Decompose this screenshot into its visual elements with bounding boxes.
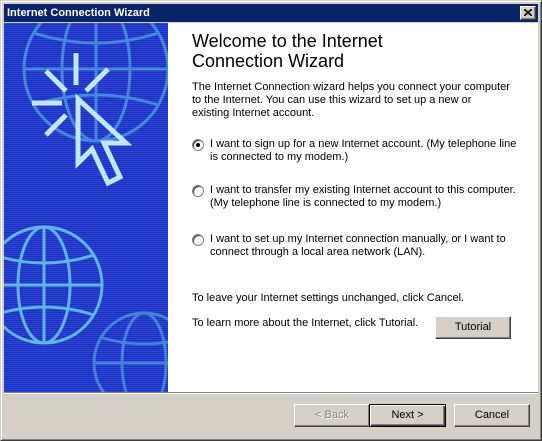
cancel-button[interactable]: Cancel: [454, 404, 530, 427]
option-transfer-account[interactable]: I want to transfer my existing Internet …: [192, 184, 522, 214]
option-label-line1: I want to transfer my existing Internet …: [210, 184, 516, 196]
wizard-content: Welcome to the Internet Connection Wizar…: [168, 23, 538, 392]
option-label[interactable]: I want to transfer my existing Internet …: [210, 184, 522, 210]
option-manual-setup[interactable]: I want to set up my Internet connection …: [192, 233, 522, 263]
radio-new-account[interactable]: [192, 139, 204, 151]
intro-line2: to the Internet. You can use this wizard…: [192, 94, 472, 106]
tutorial-button[interactable]: Tutorial: [435, 316, 511, 339]
option-label-line2: connect through a local area network (LA…: [210, 246, 426, 258]
banner-graphic: [4, 23, 168, 392]
page-title-line1: Welcome to the Internet: [192, 31, 383, 51]
title-bar[interactable]: Internet Connection Wizard: [4, 4, 538, 22]
radio-manual-setup[interactable]: [192, 234, 204, 246]
intro-line3: existing Internet account.: [192, 107, 315, 119]
option-label-line2: is connected to my modem.): [210, 151, 349, 163]
radio-transfer-account[interactable]: [192, 185, 204, 197]
next-button-label: Next >: [391, 409, 424, 421]
wizard-client-area: Welcome to the Internet Connection Wizar…: [4, 23, 538, 392]
option-label[interactable]: I want to sign up for a new Internet acc…: [210, 138, 522, 164]
next-button[interactable]: Next >: [369, 404, 446, 427]
option-label-line1: I want to sign up for a new Internet acc…: [210, 138, 517, 150]
option-label-line2: (My telephone line is connected to my mo…: [210, 197, 442, 209]
intro-line1: The Internet Connection wizard helps you…: [192, 81, 510, 93]
footer-separator: [4, 392, 538, 394]
tutorial-button-label: Tutorial: [454, 321, 492, 333]
back-button[interactable]: < Back: [294, 404, 370, 427]
window-title: Internet Connection Wizard: [7, 7, 150, 19]
tutorial-note: To learn more about the Internet, click …: [192, 317, 419, 329]
close-button[interactable]: [520, 6, 536, 20]
wizard-banner: [4, 23, 168, 392]
close-icon: [524, 9, 532, 16]
page-title: Welcome to the Internet Connection Wizar…: [192, 31, 522, 71]
option-new-account[interactable]: I want to sign up for a new Internet acc…: [192, 138, 522, 168]
radio-selected-dot: [196, 143, 200, 147]
wizard-window: Internet Connection Wizard Welcome to th…: [0, 0, 542, 441]
option-label[interactable]: I want to set up my Internet connection …: [210, 233, 522, 259]
option-label-line1: I want to set up my Internet connection …: [210, 233, 506, 245]
intro-text: The Internet Connection wizard helps you…: [192, 81, 522, 120]
page-title-line2: Connection Wizard: [192, 51, 345, 71]
cancel-button-label: Cancel: [474, 409, 510, 421]
back-button-label: < Back: [315, 409, 349, 421]
cancel-note: To leave your Internet settings unchange…: [192, 292, 465, 304]
